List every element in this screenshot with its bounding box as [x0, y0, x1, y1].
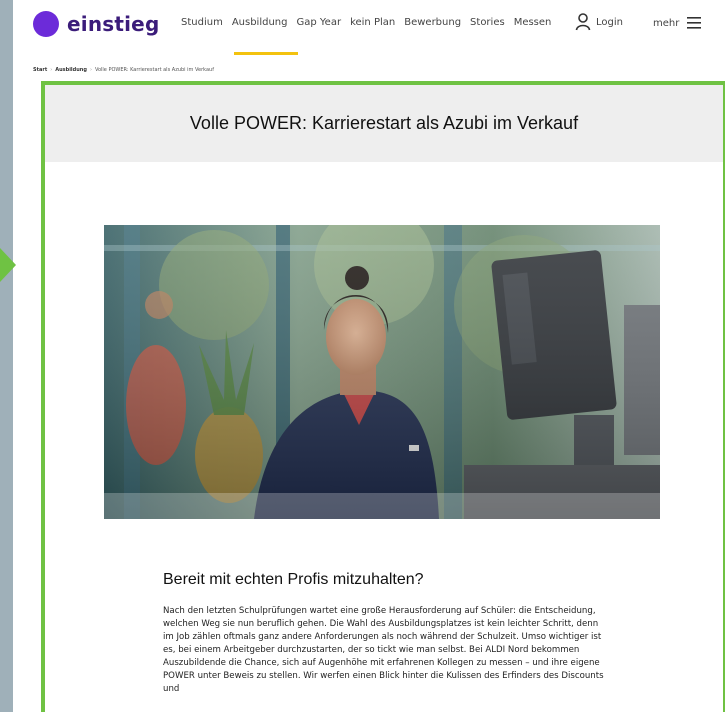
menu-icon: [687, 17, 702, 29]
hero-photo: [104, 225, 660, 519]
site-header: einstieg Studium Ausbildung Gap Year kei…: [13, 0, 725, 52]
breadcrumb-item-start[interactable]: Start: [33, 67, 47, 73]
nav-item-ausbildung[interactable]: Ausbildung: [232, 17, 288, 28]
nav-item-gap-year[interactable]: Gap Year: [296, 17, 341, 28]
user-icon: [575, 13, 591, 31]
hero-image: [104, 225, 660, 519]
breadcrumb-separator: ›: [89, 67, 92, 73]
active-nav-indicator: [234, 52, 298, 55]
article-body: Nach den letzten Schulprüfungen wartet e…: [163, 606, 604, 694]
nav-item-kein-plan[interactable]: kein Plan: [350, 17, 395, 28]
article-title-bar: Volle POWER: Karrierestart als Azubi im …: [45, 85, 723, 162]
more-label: mehr: [653, 17, 680, 29]
breadcrumb-item-current: Volle POWER: Karrierestart als Azubi im …: [94, 67, 214, 73]
section-heading: Bereit mit echten Profis mitzuhalten?: [163, 571, 424, 588]
more-menu-button[interactable]: mehr: [653, 17, 702, 29]
article-title: Volle POWER: Karrierestart als Azubi im …: [189, 113, 579, 133]
page: einstieg Studium Ausbildung Gap Year kei…: [13, 0, 725, 712]
logo[interactable]: einstieg: [33, 11, 159, 37]
logo-mark-icon: [33, 11, 59, 37]
breadcrumb-item-ausbildung[interactable]: Ausbildung: [55, 67, 87, 73]
breadcrumb-separator: ›: [50, 67, 53, 73]
logo-text: einstieg: [67, 12, 160, 36]
nav-item-messen[interactable]: Messen: [514, 17, 552, 28]
login-label: Login: [596, 16, 623, 28]
breadcrumb: Start › Ausbildung › Volle POWER: Karrierest…: [33, 67, 214, 73]
login-button[interactable]: Login: [575, 13, 623, 31]
highlight-arrow: [0, 248, 16, 282]
article-card: Volle POWER: Karrierestart als Azubi im …: [41, 81, 725, 712]
main-nav: Studium Ausbildung Gap Year kein Plan Be…: [181, 17, 560, 28]
nav-item-stories[interactable]: Stories: [470, 17, 505, 28]
nav-item-studium[interactable]: Studium: [181, 17, 223, 28]
nav-item-bewerbung[interactable]: Bewerbung: [404, 17, 461, 28]
